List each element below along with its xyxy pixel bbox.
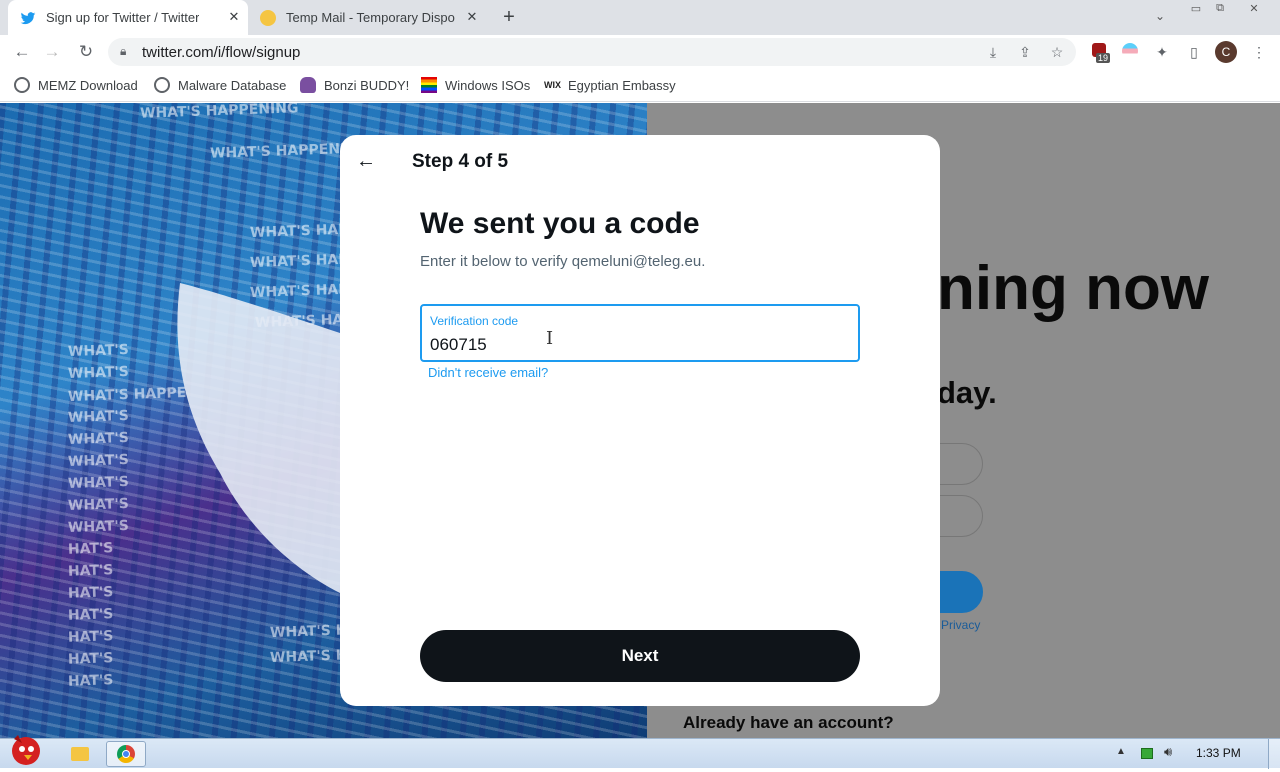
chrome-icon <box>117 745 135 763</box>
background-subheadline: day. <box>937 375 997 410</box>
install-icon[interactable]: ⤓ <box>984 43 1002 61</box>
tab-close-icon[interactable]: ✕ <box>464 9 480 25</box>
extensions-puzzle-icon[interactable]: ✦ <box>1153 43 1171 61</box>
tab-temp-mail[interactable]: Temp Mail - Temporary Dispo ✕ <box>248 0 486 35</box>
profile-avatar[interactable]: C <box>1215 41 1237 63</box>
page-viewport: WHAT'S HAPPENING WHAT'S HAPPENING WHAT'S… <box>0 103 1280 738</box>
next-button[interactable]: Next <box>420 630 860 682</box>
globe-icon <box>154 77 170 93</box>
bookmark-label: Windows ISOs <box>445 77 531 93</box>
tab-strip: Sign up for Twitter / Twitter ✕ Temp Mai… <box>0 0 1280 35</box>
background-headline: ning now <box>937 254 1210 323</box>
address-bar[interactable]: 🔒︎ twitter.com/i/flow/signup ⤓ ⇪ ☆ <box>108 38 1076 66</box>
step-indicator: Step 4 of 5 <box>412 151 509 172</box>
resend-email-link[interactable]: Didn't receive email? <box>428 365 548 380</box>
temp-mail-icon <box>260 9 276 26</box>
windows-taskbar: ▲ 🔊︎ 1:33 PM <box>0 735 1280 769</box>
verification-code-input[interactable] <box>430 334 830 356</box>
tab-close-icon[interactable]: ✕ <box>226 9 242 25</box>
verification-code-label: Verification code <box>430 314 519 328</box>
globe-icon <box>14 77 30 93</box>
extension-badge: 19 <box>1096 53 1111 63</box>
share-icon[interactable]: ⇪ <box>1016 43 1034 61</box>
back-arrow-icon[interactable]: ← <box>352 147 380 175</box>
bookmarks-bar: MEMZ Download Malware Database Bonzi BUD… <box>0 69 1280 102</box>
network-icon[interactable] <box>1141 748 1153 759</box>
background-privacy-link: Privacy <box>941 618 981 632</box>
side-panel-icon[interactable]: ▯ <box>1185 43 1203 61</box>
bookmark-label: Egyptian Embassy <box>568 77 676 93</box>
lock-icon: 🔒︎ <box>120 44 127 58</box>
modal-heading: We sent you a code <box>420 207 700 240</box>
restore-button[interactable]: ⧉ <box>1210 2 1230 16</box>
tab-title: Temp Mail - Temporary Dispo <box>286 10 455 25</box>
url-text: twitter.com/i/flow/signup <box>142 44 301 61</box>
tab-title: Sign up for Twitter / Twitter <box>46 10 200 25</box>
tab-search-chevron-icon[interactable]: ⌄ <box>1150 9 1170 23</box>
reload-icon[interactable]: ↻ <box>74 40 98 64</box>
bonzi-icon <box>300 77 316 93</box>
wix-icon: WIX <box>544 80 561 90</box>
start-button[interactable] <box>4 731 48 767</box>
bookmark-bonzi-buddy[interactable]: Bonzi BUDDY! <box>300 76 409 94</box>
file-explorer-taskbar-button[interactable] <box>60 741 100 767</box>
browser-toolbar: ← → ↻ 🔒︎ twitter.com/i/flow/signup ⤓ ⇪ ☆… <box>0 35 1280 69</box>
bookmark-label: Malware Database <box>178 77 287 93</box>
menu-kebab-icon[interactable]: ⋮ <box>1250 43 1268 61</box>
modal-subtitle: Enter it below to verify qemeluni@teleg.… <box>420 253 706 270</box>
new-tab-button[interactable]: + <box>498 6 520 28</box>
bookmark-label: Bonzi BUDDY! <box>324 77 410 93</box>
bookmark-windows-isos[interactable]: Windows ISOs <box>421 76 530 94</box>
bookmark-egyptian-embassy[interactable]: WIX Egyptian Embassy <box>544 76 676 94</box>
show-desktop-button[interactable] <box>1268 739 1280 769</box>
background-login-prompt: Already have an account? <box>683 713 894 732</box>
angry-bird-icon <box>12 735 40 765</box>
chrome-taskbar-button[interactable] <box>106 741 146 767</box>
verification-code-field[interactable]: Verification code I <box>420 304 860 362</box>
close-window-button[interactable]: ✕ <box>1244 2 1264 16</box>
twitter-bird-graphic <box>177 283 340 593</box>
bookmark-malware-database[interactable]: Malware Database <box>154 76 286 94</box>
pride-extension-icon[interactable] <box>1121 43 1139 61</box>
minimize-button[interactable]: ▭ <box>1186 2 1206 16</box>
bookmark-label: MEMZ Download <box>38 77 138 93</box>
tab-twitter-signup[interactable]: Sign up for Twitter / Twitter ✕ <box>8 0 248 35</box>
tray-expand-icon[interactable]: ▲ <box>1116 746 1126 757</box>
back-arrow-icon[interactable]: ← <box>10 40 34 64</box>
bookmark-star-icon[interactable]: ☆ <box>1048 43 1066 61</box>
verification-modal: ← Step 4 of 5 We sent you a code Enter i… <box>340 135 940 706</box>
taskbar-clock[interactable]: 1:33 PM <box>1196 746 1241 760</box>
rainbow-flag-icon <box>421 77 437 93</box>
text-cursor-icon: I <box>546 328 554 349</box>
folder-icon <box>71 747 89 761</box>
forward-arrow-icon[interactable]: → <box>40 40 64 64</box>
extension-shield-icon[interactable]: 19 <box>1090 43 1111 63</box>
volume-icon[interactable]: 🔊︎ <box>1164 744 1172 760</box>
bookmark-memz[interactable]: MEMZ Download <box>14 76 138 94</box>
twitter-icon <box>20 11 36 24</box>
